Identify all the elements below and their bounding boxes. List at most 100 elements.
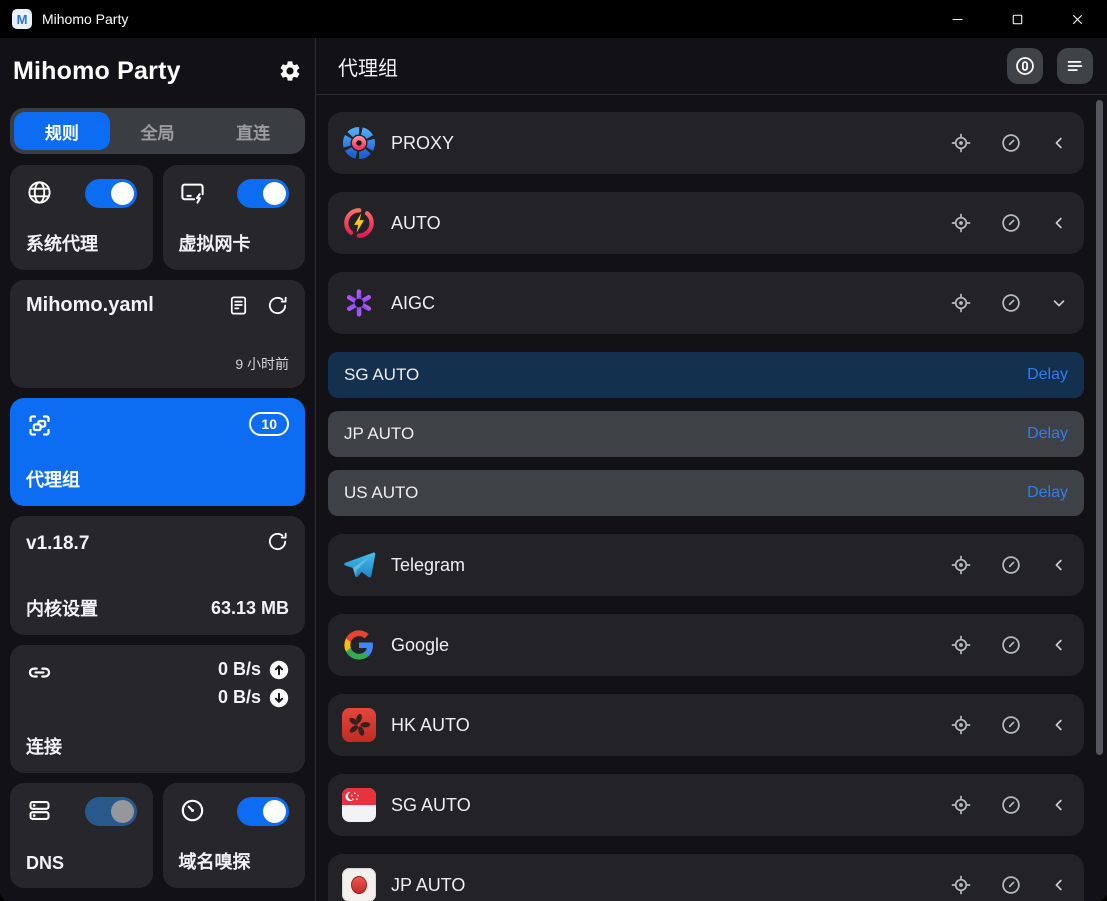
proxy-group-row[interactable]: AUTO <box>328 192 1084 254</box>
delay-label[interactable]: Delay <box>1027 366 1068 384</box>
upload-arrow-icon <box>269 660 289 680</box>
tun-toggle[interactable] <box>237 179 289 208</box>
proxy-group-row[interactable]: AIGC <box>328 272 1084 334</box>
sniff-label: 域名嗅探 <box>179 848 290 874</box>
proxy-option-row[interactable]: JP AUTO Delay <box>328 411 1084 457</box>
delay-test-icon[interactable] <box>1000 794 1022 816</box>
kernel-label: 内核设置 <box>26 595 98 621</box>
delay-test-icon[interactable] <box>1000 212 1022 234</box>
tun-card[interactable]: 虚拟网卡 <box>163 165 306 270</box>
profile-refresh-icon[interactable] <box>266 294 289 322</box>
system-proxy-label: 系统代理 <box>26 230 137 256</box>
delay-label[interactable]: Delay <box>1027 425 1068 443</box>
sniff-gauge-icon <box>179 797 206 824</box>
system-proxy-toggle[interactable] <box>85 179 137 208</box>
sniff-card[interactable]: 域名嗅探 <box>163 783 306 888</box>
sidebar: Mihomo Party 规则 全局 直连 <box>0 38 316 901</box>
chevron-left-icon[interactable] <box>1050 556 1068 574</box>
locate-proxy-icon[interactable] <box>950 634 972 656</box>
delay-test-icon[interactable] <box>1000 874 1022 896</box>
chevron-left-icon[interactable] <box>1050 636 1068 654</box>
chevron-down-icon[interactable] <box>1050 294 1068 312</box>
delay-test-icon[interactable] <box>1000 554 1022 576</box>
connections-card[interactable]: 0 B/s 0 B/s <box>10 645 305 773</box>
profile-updated-time: 9 小时前 <box>26 354 289 374</box>
flag-jp-icon <box>342 868 376 901</box>
proxy-groups-count-badge: 10 <box>249 412 289 436</box>
proxy-option-name: JP AUTO <box>344 424 414 444</box>
profile-card[interactable]: Mihomo.yaml 9 小时前 <box>10 280 305 388</box>
tab-global[interactable]: 全局 <box>110 112 206 150</box>
proxy-option-row[interactable]: US AUTODelay <box>328 470 1084 516</box>
locate-proxy-icon[interactable] <box>950 132 972 154</box>
proxy-group-row[interactable]: JP AUTO <box>328 854 1084 901</box>
minimize-button[interactable] <box>927 0 987 38</box>
delay-test-icon[interactable] <box>1000 634 1022 656</box>
sniff-toggle[interactable] <box>237 797 289 826</box>
proxy-group-row[interactable]: HK AUTO <box>328 694 1084 756</box>
locate-proxy-icon[interactable] <box>950 292 972 314</box>
kernel-card[interactable]: v1.18.7 内核设置 63.13 MB <box>10 516 305 635</box>
proxy-groups-card[interactable]: 10 代理组 <box>10 398 305 506</box>
proxy-group-name: AIGC <box>391 293 435 314</box>
virtual-nic-icon <box>179 179 206 206</box>
dns-toggle[interactable] <box>85 797 137 826</box>
delay-test-icon[interactable] <box>1000 714 1022 736</box>
profile-edit-icon[interactable] <box>227 294 250 322</box>
kernel-version: v1.18.7 <box>26 533 89 555</box>
maximize-button[interactable] <box>987 0 1047 38</box>
settings-gear-icon[interactable] <box>278 59 302 83</box>
profile-name: Mihomo.yaml <box>26 294 154 317</box>
page-title: 代理组 <box>338 52 398 81</box>
dns-card[interactable]: DNS <box>10 783 153 888</box>
connections-label: 连接 <box>26 733 289 759</box>
proxy-group-name: PROXY <box>391 133 454 154</box>
locate-proxy-icon[interactable] <box>950 554 972 576</box>
titlebar: M Mihomo Party <box>0 0 1107 38</box>
dns-label: DNS <box>26 853 137 874</box>
proxy-group-name: Google <box>391 635 449 656</box>
chevron-left-icon[interactable] <box>1050 214 1068 232</box>
globe-icon <box>26 179 53 206</box>
proxy-group-row[interactable]: Google <box>328 614 1084 676</box>
kernel-restart-icon[interactable] <box>266 530 289 558</box>
proxy-group-row[interactable]: SG AUTO <box>328 774 1084 836</box>
proxy-group-name: AUTO <box>391 213 441 234</box>
sidebar-title: Mihomo Party <box>13 57 181 86</box>
chevron-left-icon[interactable] <box>1050 796 1068 814</box>
chevron-left-icon[interactable] <box>1050 716 1068 734</box>
download-arrow-icon <box>269 688 289 708</box>
main-panel: 代理组 PROXY AUTO AIGC SG AUTO Delay JP AUTO Dela… <box>316 38 1107 901</box>
proxy-option-row[interactable]: SG AUTO Delay <box>328 352 1084 398</box>
mode-tabs: 规则 全局 直连 <box>10 108 305 154</box>
close-button[interactable] <box>1047 0 1107 38</box>
flag-sg-icon <box>342 788 376 822</box>
locate-proxy-icon[interactable] <box>950 714 972 736</box>
tab-rule[interactable]: 规则 <box>14 112 110 150</box>
delay-label[interactable]: Delay <box>1027 484 1068 502</box>
proxy-group-icon <box>26 412 53 439</box>
delay-test-icon[interactable] <box>1000 292 1022 314</box>
proxy-group-name: Telegram <box>391 555 465 576</box>
upload-speed: 0 B/s <box>218 659 261 680</box>
proxy-option-name: SG AUTO <box>344 365 419 385</box>
tun-label: 虚拟网卡 <box>179 230 290 256</box>
proxy-group-row[interactable]: PROXY <box>328 112 1084 174</box>
zero-delay-button[interactable] <box>1007 48 1043 84</box>
tab-direct[interactable]: 直连 <box>205 112 301 150</box>
proxy-group-name: JP AUTO <box>391 875 465 896</box>
system-proxy-card[interactable]: 系统代理 <box>10 165 153 270</box>
scrollbar[interactable] <box>1096 100 1103 755</box>
locate-proxy-icon[interactable] <box>950 874 972 896</box>
proxy-wheel-icon <box>342 126 376 160</box>
kernel-memory: 63.13 MB <box>211 598 289 619</box>
chevron-left-icon[interactable] <box>1050 876 1068 894</box>
list-layout-button[interactable] <box>1057 48 1093 84</box>
proxy-group-row[interactable]: Telegram <box>328 534 1084 596</box>
app-window: M Mihomo Party Mihomo Party 规则 <box>0 0 1107 901</box>
locate-proxy-icon[interactable] <box>950 212 972 234</box>
telegram-icon <box>342 548 376 582</box>
chevron-left-icon[interactable] <box>1050 134 1068 152</box>
locate-proxy-icon[interactable] <box>950 794 972 816</box>
delay-test-icon[interactable] <box>1000 132 1022 154</box>
